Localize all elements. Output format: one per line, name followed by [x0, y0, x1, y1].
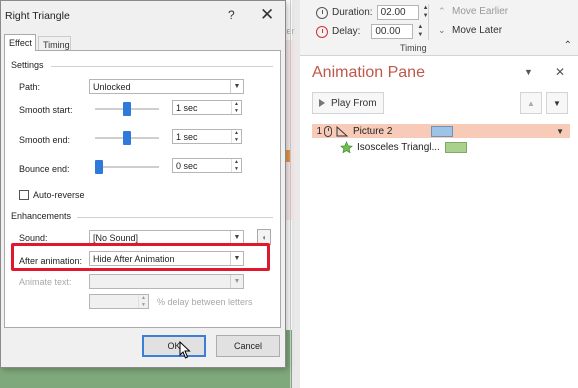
smooth-start-value: 1 sec: [176, 102, 198, 113]
chevron-down-icon: ▼: [230, 80, 243, 93]
pane-options-icon[interactable]: ▼: [524, 67, 533, 77]
bounce-end-value: 0 sec: [176, 160, 198, 171]
sound-label: Sound:: [19, 233, 48, 243]
animate-text-select[interactable]: ▼: [89, 274, 244, 289]
animation-pane-title: Animation Pane: [312, 64, 425, 81]
letter-delay-suffix: % delay between letters: [157, 297, 253, 307]
chevron-down-icon: ▼: [230, 275, 243, 288]
timeline-bar[interactable]: [431, 125, 453, 137]
section-divider: [77, 217, 273, 218]
animation-pane: Animation Pane ▼ ✕ Play From ▲ ▼ 1 Pictu…: [300, 56, 578, 388]
pane-divider[interactable]: [290, 0, 291, 388]
duration-row: Duration: 02.00 ▲ ▼: [316, 5, 432, 20]
smooth-end-slider[interactable]: [95, 131, 159, 145]
effect-tab-panel: Settings Path: Unlocked ▼ Smooth start: …: [4, 50, 281, 328]
path-label: Path:: [19, 82, 41, 92]
bounce-end-slider[interactable]: [95, 160, 159, 174]
delay-spinner[interactable]: ▲ ▼: [417, 24, 426, 39]
animation-item-triangle[interactable]: Isosceles Triangl...: [312, 140, 570, 154]
smooth-end-label: Smooth end:: [19, 135, 71, 145]
duration-label: Duration:: [332, 7, 373, 18]
ok-button[interactable]: OK: [142, 335, 206, 357]
slider-thumb[interactable]: [95, 160, 103, 174]
slider-thumb[interactable]: [123, 102, 131, 116]
smooth-start-label: Smooth start:: [19, 105, 73, 115]
pane-close-icon[interactable]: ✕: [555, 65, 565, 79]
dialog-title: Right Triangle: [5, 10, 70, 22]
slider-track: [99, 166, 159, 168]
item-dropdown-icon[interactable]: ▼: [556, 127, 564, 136]
animation-item-picture[interactable]: 1 Picture 2 ▼: [312, 124, 570, 138]
ribbon-separator: [428, 4, 429, 40]
move-up-button[interactable]: ▲: [520, 92, 542, 114]
close-icon[interactable]: ✕: [260, 5, 274, 25]
star-entrance-icon: [340, 140, 353, 153]
chevron-up-icon: ▲: [527, 98, 535, 108]
cancel-button[interactable]: Cancel: [216, 335, 280, 357]
animation-item-name: Isosceles Triangl...: [357, 141, 440, 153]
ribbon-timing-group: Duration: 02.00 ▲ ▼ Delay: 00.00 ▲ ▼ ⌃ Mov…: [300, 0, 578, 56]
animation-item-name: Picture 2: [353, 125, 393, 137]
ribbon-group-label: Timing: [400, 43, 427, 53]
speaker-icon: ◖: [261, 232, 267, 242]
delay-label: Delay:: [332, 26, 361, 37]
enhancements-heading: Enhancements: [11, 211, 72, 221]
timeline-bar[interactable]: [445, 141, 467, 153]
path-value: Unlocked: [93, 81, 131, 92]
help-icon[interactable]: ?: [228, 8, 235, 22]
clock-icon: [316, 6, 328, 19]
animate-text-label: Animate text:: [19, 277, 72, 287]
auto-reverse-label: Auto-reverse: [33, 190, 85, 200]
play-icon: [319, 99, 325, 107]
smooth-end-input[interactable]: 1 sec ▲ ▼: [172, 129, 242, 144]
move-earlier-label: Move Earlier: [452, 6, 509, 17]
play-from-button[interactable]: Play From: [312, 92, 384, 114]
collapse-ribbon-icon[interactable]: ⌃: [564, 40, 572, 51]
move-later-label: Move Later: [452, 25, 503, 36]
smooth-start-slider[interactable]: [95, 102, 159, 116]
delay-clock-icon: [316, 25, 328, 38]
delay-input[interactable]: 00.00: [371, 24, 414, 39]
duration-input[interactable]: 02.00: [376, 5, 419, 20]
highlight-annotation: [11, 243, 270, 271]
move-down-button[interactable]: ▼: [546, 92, 568, 114]
letter-delay-input[interactable]: ▲ ▼: [89, 294, 149, 309]
sound-value: [No Sound]: [93, 232, 139, 243]
smooth-start-input[interactable]: 1 sec ▲ ▼: [172, 100, 242, 115]
bounce-end-label: Bounce end:: [19, 164, 70, 174]
up-arrow-icon: ⌃: [438, 6, 446, 16]
settings-heading: Settings: [11, 60, 44, 70]
spinner-arrows[interactable]: ▲ ▼: [231, 159, 241, 172]
mouse-click-icon: [324, 125, 332, 137]
spinner-arrows[interactable]: ▲ ▼: [138, 295, 148, 308]
bounce-end-input[interactable]: 0 sec ▲ ▼: [172, 158, 242, 173]
section-divider: [51, 66, 273, 67]
mouse-pointer-icon: [179, 341, 191, 359]
animation-order-number: 1: [316, 125, 322, 137]
play-from-label: Play From: [331, 97, 377, 109]
right-triangle-effect-icon: [336, 125, 348, 136]
spinner-arrows[interactable]: ▲ ▼: [231, 101, 241, 114]
tab-effect[interactable]: Effect: [4, 34, 36, 51]
effect-options-dialog: Right Triangle ? ✕ Effect Timing Setting…: [0, 0, 286, 368]
chevron-down-icon: ▼: [553, 98, 561, 108]
path-select[interactable]: Unlocked ▼: [89, 79, 244, 94]
delay-row: Delay: 00.00 ▲ ▼: [316, 24, 426, 39]
move-later-button[interactable]: ⌄ Move Later: [438, 25, 502, 36]
auto-reverse-checkbox[interactable]: [19, 190, 29, 200]
smooth-end-value: 1 sec: [176, 131, 198, 142]
spinner-arrows[interactable]: ▲ ▼: [231, 130, 241, 143]
slider-thumb[interactable]: [123, 131, 131, 145]
move-earlier-button[interactable]: ⌃ Move Earlier: [438, 6, 508, 17]
down-arrow-icon: ⌄: [438, 25, 446, 35]
